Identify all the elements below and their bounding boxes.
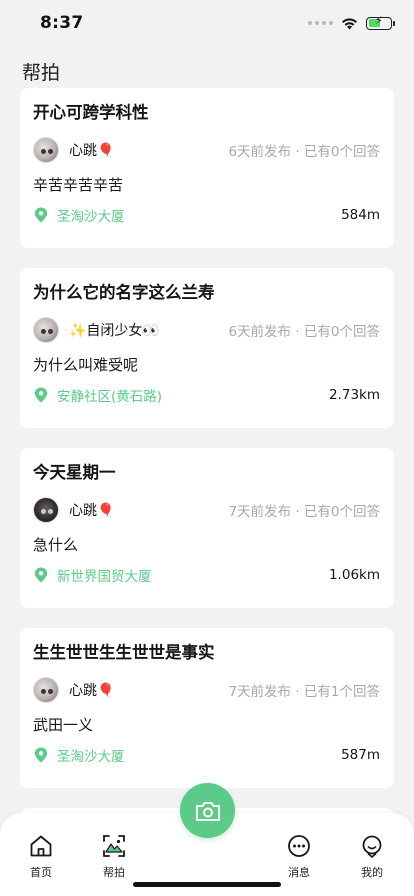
tab-label: 首页 <box>30 866 52 879</box>
username[interactable]: 心跳🎈 <box>69 140 114 160</box>
location-pin-icon <box>34 747 48 763</box>
post-title: 今天星期一 <box>33 463 116 482</box>
post-body: 武田一义 <box>33 716 94 734</box>
status-bar: 8:37 ⚡ <box>0 0 414 46</box>
cellular-signal-icon <box>308 21 333 25</box>
message-icon <box>288 835 310 857</box>
location-name[interactable]: 圣淘沙大厦 <box>57 205 125 225</box>
location-pin-icon <box>34 387 48 403</box>
battery-icon: ⚡ <box>366 15 395 30</box>
home-indicator <box>133 882 281 887</box>
post-card[interactable]: 生生世世生生世世是事实 心跳🎈 7天前发布 · 已有1个回答 武田一义 圣淘沙大… <box>20 628 394 788</box>
post-feed: 开心可跨学科性 心跳🎈 6天前发布 · 已有0个回答 辛苦辛苦辛苦 圣淘沙大厦 … <box>20 88 394 808</box>
avatar[interactable] <box>33 137 59 163</box>
status-time: 8:37 <box>40 13 84 33</box>
profile-icon <box>362 835 382 858</box>
tab-help-photo[interactable]: 帮拍 <box>89 833 139 880</box>
distance: 587m <box>341 747 380 763</box>
location-pin-icon <box>34 207 48 223</box>
post-title: 生生世世生生世世是事实 <box>33 643 215 662</box>
avatar[interactable] <box>33 317 59 343</box>
status-icons: ⚡ <box>308 15 395 30</box>
camera-icon <box>195 801 220 821</box>
post-title: 为什么它的名字这么兰寿 <box>33 283 215 302</box>
post-card[interactable]: 开心可跨学科性 心跳🎈 6天前发布 · 已有0个回答 辛苦辛苦辛苦 圣淘沙大厦 … <box>20 88 394 248</box>
avatar[interactable] <box>33 677 59 703</box>
post-body: 为什么叫难受呢 <box>33 356 139 374</box>
photo-help-icon <box>103 835 125 857</box>
username[interactable]: ✨自闭少女👀 <box>69 320 160 340</box>
page-title: 帮拍 <box>22 62 61 84</box>
post-body: 辛苦辛苦辛苦 <box>33 176 124 194</box>
camera-button[interactable] <box>180 783 235 838</box>
post-meta: 7天前发布 · 已有1个回答 <box>228 684 380 700</box>
tab-label: 我的 <box>361 866 383 879</box>
post-body: 急什么 <box>33 536 79 554</box>
distance: 1.06km <box>328 567 380 583</box>
username[interactable]: 心跳🎈 <box>69 680 114 700</box>
home-icon <box>30 835 52 857</box>
location-pin-icon <box>34 567 48 583</box>
avatar[interactable] <box>33 497 59 523</box>
post-card[interactable]: 为什么它的名字这么兰寿 ✨自闭少女👀 6天前发布 · 已有0个回答 为什么叫难受… <box>20 268 394 428</box>
post-meta: 7天前发布 · 已有0个回答 <box>228 504 380 520</box>
wifi-icon <box>342 17 357 29</box>
tab-label: 帮拍 <box>103 866 125 879</box>
distance: 2.73km <box>328 387 380 403</box>
distance: 584m <box>341 207 380 223</box>
username[interactable]: 心跳🎈 <box>69 500 114 520</box>
post-title: 开心可跨学科性 <box>33 103 149 122</box>
location-name[interactable]: 新世界国贸大厦 <box>57 565 152 585</box>
tab-messages[interactable]: 消息 <box>274 833 324 880</box>
post-meta: 6天前发布 · 已有0个回答 <box>228 144 380 160</box>
location-name[interactable]: 安静社区(黄石路) <box>57 385 162 405</box>
post-meta: 6天前发布 · 已有0个回答 <box>228 324 380 340</box>
location-name[interactable]: 圣淘沙大厦 <box>57 745 125 765</box>
post-card[interactable]: 今天星期一 心跳🎈 7天前发布 · 已有0个回答 急什么 新世界国贸大厦 1.0… <box>20 448 394 608</box>
tab-label: 消息 <box>288 866 310 879</box>
tab-profile[interactable]: 我的 <box>347 833 397 880</box>
tab-home[interactable]: 首页 <box>16 833 66 880</box>
